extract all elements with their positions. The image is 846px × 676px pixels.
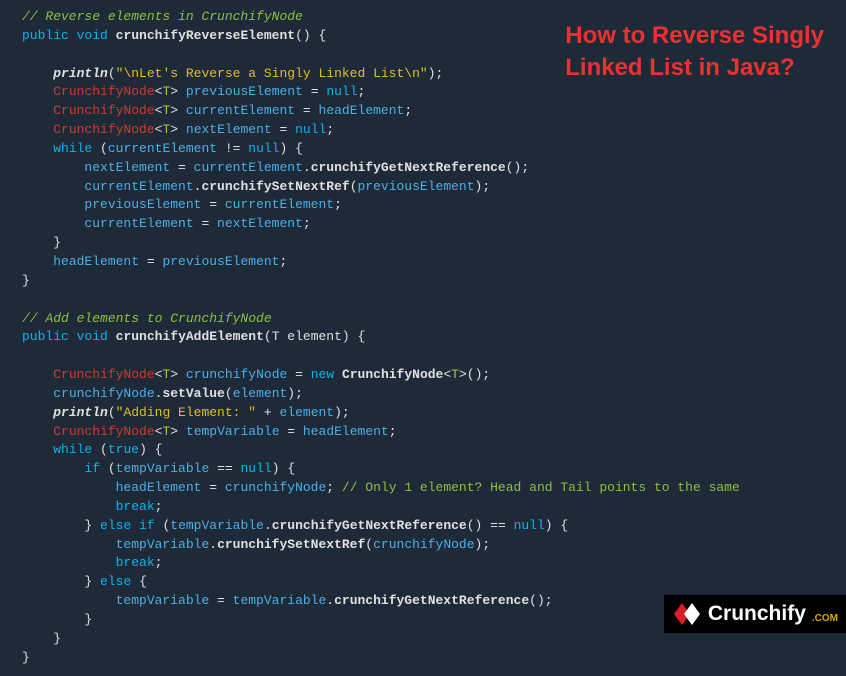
method-add: crunchifyAddElement (116, 329, 264, 344)
null-literal: null (326, 84, 357, 99)
method-setnext: crunchifySetNextRef (201, 179, 349, 194)
overlay-title: How to Reverse Singly Linked List in Jav… (565, 20, 824, 85)
comment-only1: // Only 1 element? Head and Tail points … (342, 480, 740, 495)
logo-text: Crunchify (708, 599, 806, 629)
overlay-title-line1: How to Reverse Singly (565, 20, 824, 52)
code-block: // Reverse elements in CrunchifyNode pub… (0, 0, 846, 676)
kw-public: public (22, 28, 69, 43)
kw-void: void (77, 28, 108, 43)
type-crunchifynode: CrunchifyNode (53, 84, 154, 99)
println-call: println (53, 66, 108, 81)
var-crunchifynode: crunchifyNode (186, 367, 287, 382)
var-next: nextElement (186, 122, 272, 137)
kw-else: else (100, 574, 131, 589)
true-literal: true (108, 442, 139, 457)
var-previous: previousElement (186, 84, 303, 99)
logo-ext: .COM (812, 612, 838, 627)
kw-while: while (53, 141, 92, 156)
kw-break: break (116, 499, 155, 514)
var-head: headElement (319, 103, 405, 118)
kw-elseif: else if (100, 518, 155, 533)
string-reverse-msg: "\nLet's Reverse a Singly Linked List\n" (116, 66, 428, 81)
comment-reverse: // Reverse elements in CrunchifyNode (22, 9, 303, 24)
var-element: element (233, 386, 288, 401)
method-getnext: crunchifyGetNextReference (311, 160, 506, 175)
kw-new: new (311, 367, 334, 382)
string-adding: "Adding Element: " (116, 405, 256, 420)
comment-add: // Add elements to CrunchifyNode (22, 311, 272, 326)
overlay-title-line2: Linked List in Java? (565, 52, 824, 84)
method-reverse: crunchifyReverseElement (116, 28, 295, 43)
var-current: currentElement (186, 103, 295, 118)
var-temp: tempVariable (186, 424, 280, 439)
logo-icon (674, 603, 702, 625)
kw-if: if (84, 461, 100, 476)
brand-logo: Crunchify .COM (664, 595, 846, 633)
method-setvalue: setValue (162, 386, 224, 401)
